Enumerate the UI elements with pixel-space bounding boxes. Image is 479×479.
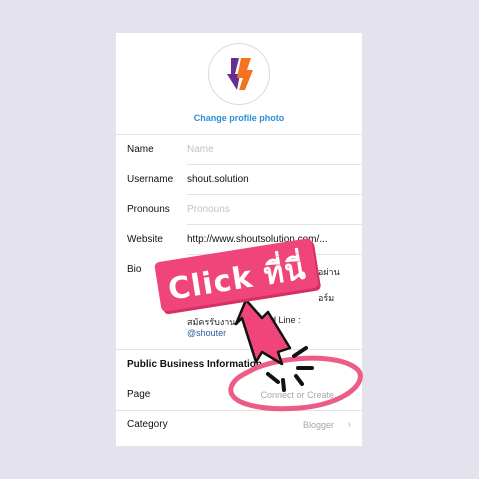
highlight-ring bbox=[228, 355, 363, 412]
callout-overlay bbox=[228, 298, 363, 412]
pointer-arrow-icon bbox=[234, 298, 292, 366]
